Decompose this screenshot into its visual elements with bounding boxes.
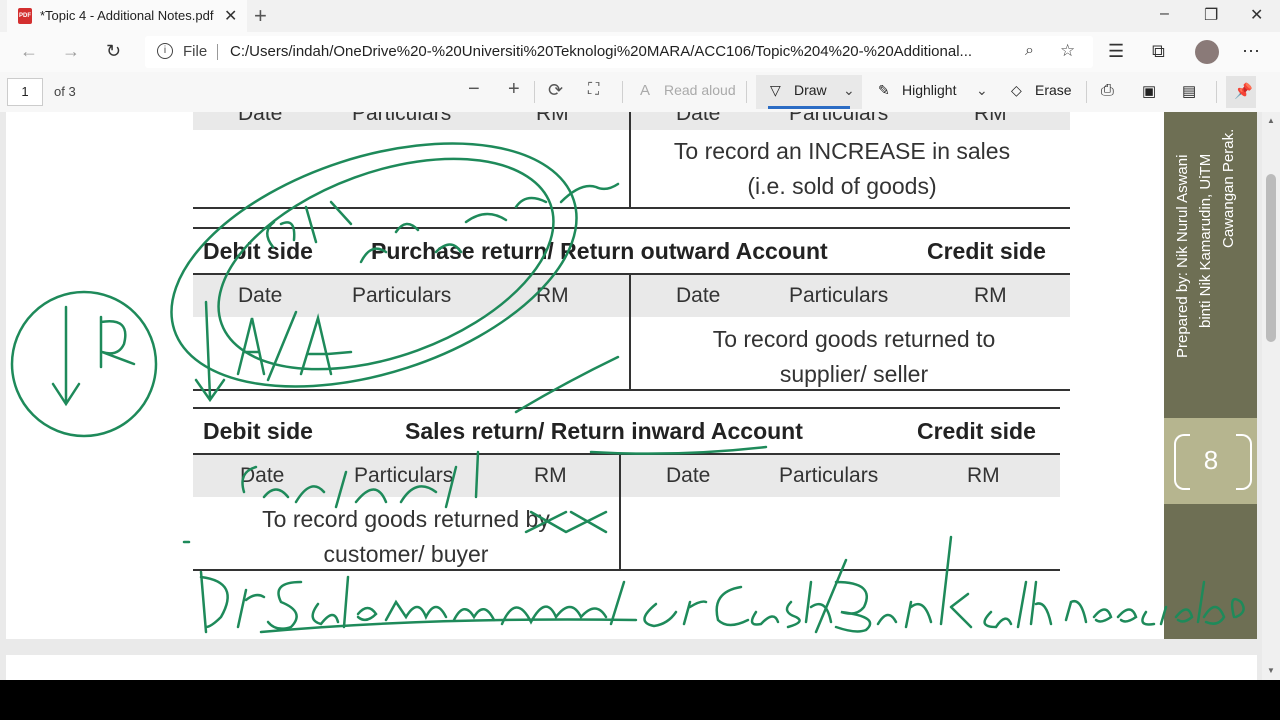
collections-icon[interactable]: ⧉ (1152, 41, 1165, 62)
browser-tab[interactable]: PDF *Topic 4 - Additional Notes.pdf ✕ (7, 0, 247, 32)
zoom-in-icon[interactable]: + (508, 78, 520, 101)
toolbar-separator (534, 81, 535, 103)
draw-active-indicator (768, 106, 850, 109)
toolbar-separator (746, 81, 747, 103)
toolbar-separator (622, 81, 623, 103)
page-count: of 3 (54, 84, 76, 99)
zoom-icon[interactable]: ⌕ (1025, 42, 1034, 60)
pdf-toolbar: 1 of 3 − + ⟳ ⛶ A Read aloud ▽ Draw ⌄ ✎ H… (0, 72, 1280, 113)
pdf-icon: PDF (18, 8, 32, 24)
ink-annotations (10, 142, 1245, 634)
forward-icon[interactable]: → (62, 41, 80, 62)
pdf-page: Date Particulars RM Date Particulars RM … (6, 112, 1257, 639)
more-menu-icon[interactable]: ⋯ (1242, 41, 1260, 62)
minimize-button[interactable]: – (1160, 5, 1169, 23)
erase-button[interactable]: Erase (1035, 82, 1072, 98)
info-icon[interactable]: i (157, 43, 173, 59)
rotate-icon[interactable]: ⟳ (548, 80, 563, 101)
toolbar-separator (1086, 81, 1087, 103)
close-window-button[interactable]: ✕ (1250, 5, 1263, 25)
url-text[interactable]: C:/Users/indah/OneDrive%20-%20Universiti… (230, 43, 1020, 60)
highlight-button[interactable]: Highlight (902, 82, 956, 98)
page-number-input[interactable]: 1 (7, 78, 43, 106)
read-aloud-button[interactable]: Read aloud (664, 82, 736, 98)
save-as-icon[interactable]: ▤ (1182, 82, 1196, 100)
pen-icon: ▽ (770, 82, 781, 98)
toolbar-separator (1216, 81, 1217, 103)
restore-button[interactable]: ❐ (1204, 5, 1218, 25)
eraser-icon: ◇ (1011, 82, 1022, 98)
favorite-star-icon[interactable]: ☆ (1060, 41, 1075, 61)
refresh-icon[interactable]: ↻ (106, 41, 121, 62)
tab-title: *Topic 4 - Additional Notes.pdf (40, 8, 214, 23)
scroll-down-icon[interactable]: ▼ (1267, 666, 1275, 675)
read-aloud-icon[interactable]: A (640, 82, 650, 99)
pin-toolbar-button[interactable]: 📌 (1226, 76, 1256, 108)
pin-icon: 📌 (1234, 83, 1253, 100)
avatar[interactable] (1195, 40, 1219, 64)
fit-page-icon[interactable]: ⛶ (588, 81, 599, 99)
scrollbar-thumb[interactable] (1266, 174, 1276, 342)
favorites-icon[interactable]: ☰ (1108, 41, 1124, 62)
chevron-down-icon[interactable]: ⌄ (976, 82, 988, 99)
file-label: File (183, 43, 208, 60)
save-icon[interactable]: ▣ (1142, 82, 1156, 100)
address-bar[interactable]: i File C:/Users/indah/OneDrive%20-%20Uni… (145, 36, 1093, 68)
draw-button[interactable]: Draw (794, 82, 827, 98)
chevron-down-icon[interactable]: ⌄ (843, 82, 855, 99)
document-viewport[interactable]: Date Particulars RM Date Particulars RM … (0, 112, 1280, 685)
new-tab-button[interactable]: + (254, 3, 267, 29)
tab-close-icon[interactable]: ✕ (224, 6, 237, 26)
address-separator (217, 44, 218, 60)
scroll-up-icon[interactable]: ▲ (1267, 116, 1275, 125)
zoom-out-icon[interactable]: − (468, 78, 480, 101)
title-bar: PDF *Topic 4 - Additional Notes.pdf ✕ + … (0, 0, 1280, 32)
taskbar (0, 680, 1280, 720)
print-icon[interactable]: ⎙ (1101, 82, 1114, 100)
highlighter-icon: ✎ (878, 82, 890, 98)
back-icon[interactable]: ← (20, 41, 38, 62)
navigation-bar: ← → ↻ i File C:/Users/indah/OneDrive%20-… (0, 32, 1280, 72)
vertical-scrollbar[interactable]: ▲ ▼ (1262, 112, 1280, 680)
